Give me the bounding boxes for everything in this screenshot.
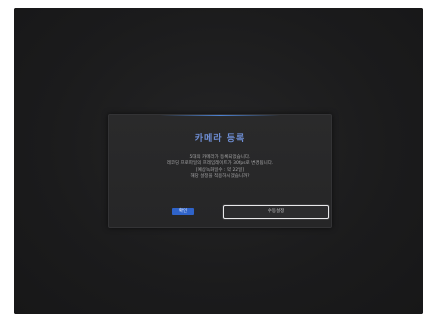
dialog-title: 카메라 등록 — [194, 134, 246, 144]
monitor-screen: 카메라 등록 5대의 카메라가 등록되었습니다. 레코딩 프로파일의 프레임레이… — [14, 8, 423, 314]
camera-registration-dialog: 카메라 등록 5대의 카메라가 등록되었습니다. 레코딩 프로파일의 프레임레이… — [108, 114, 332, 228]
dialog-accent-line — [160, 115, 280, 116]
confirm-button[interactable]: 확인 — [172, 208, 194, 215]
manual-setting-button[interactable]: 수동설정 — [223, 205, 329, 219]
dialog-message-line: 해당 설정을 적용하시겠습니까? — [190, 174, 250, 179]
dialog-message-line: 레코딩 프로파일의 프레임레이트가 30fps로 변경됩니다. — [166, 161, 274, 166]
